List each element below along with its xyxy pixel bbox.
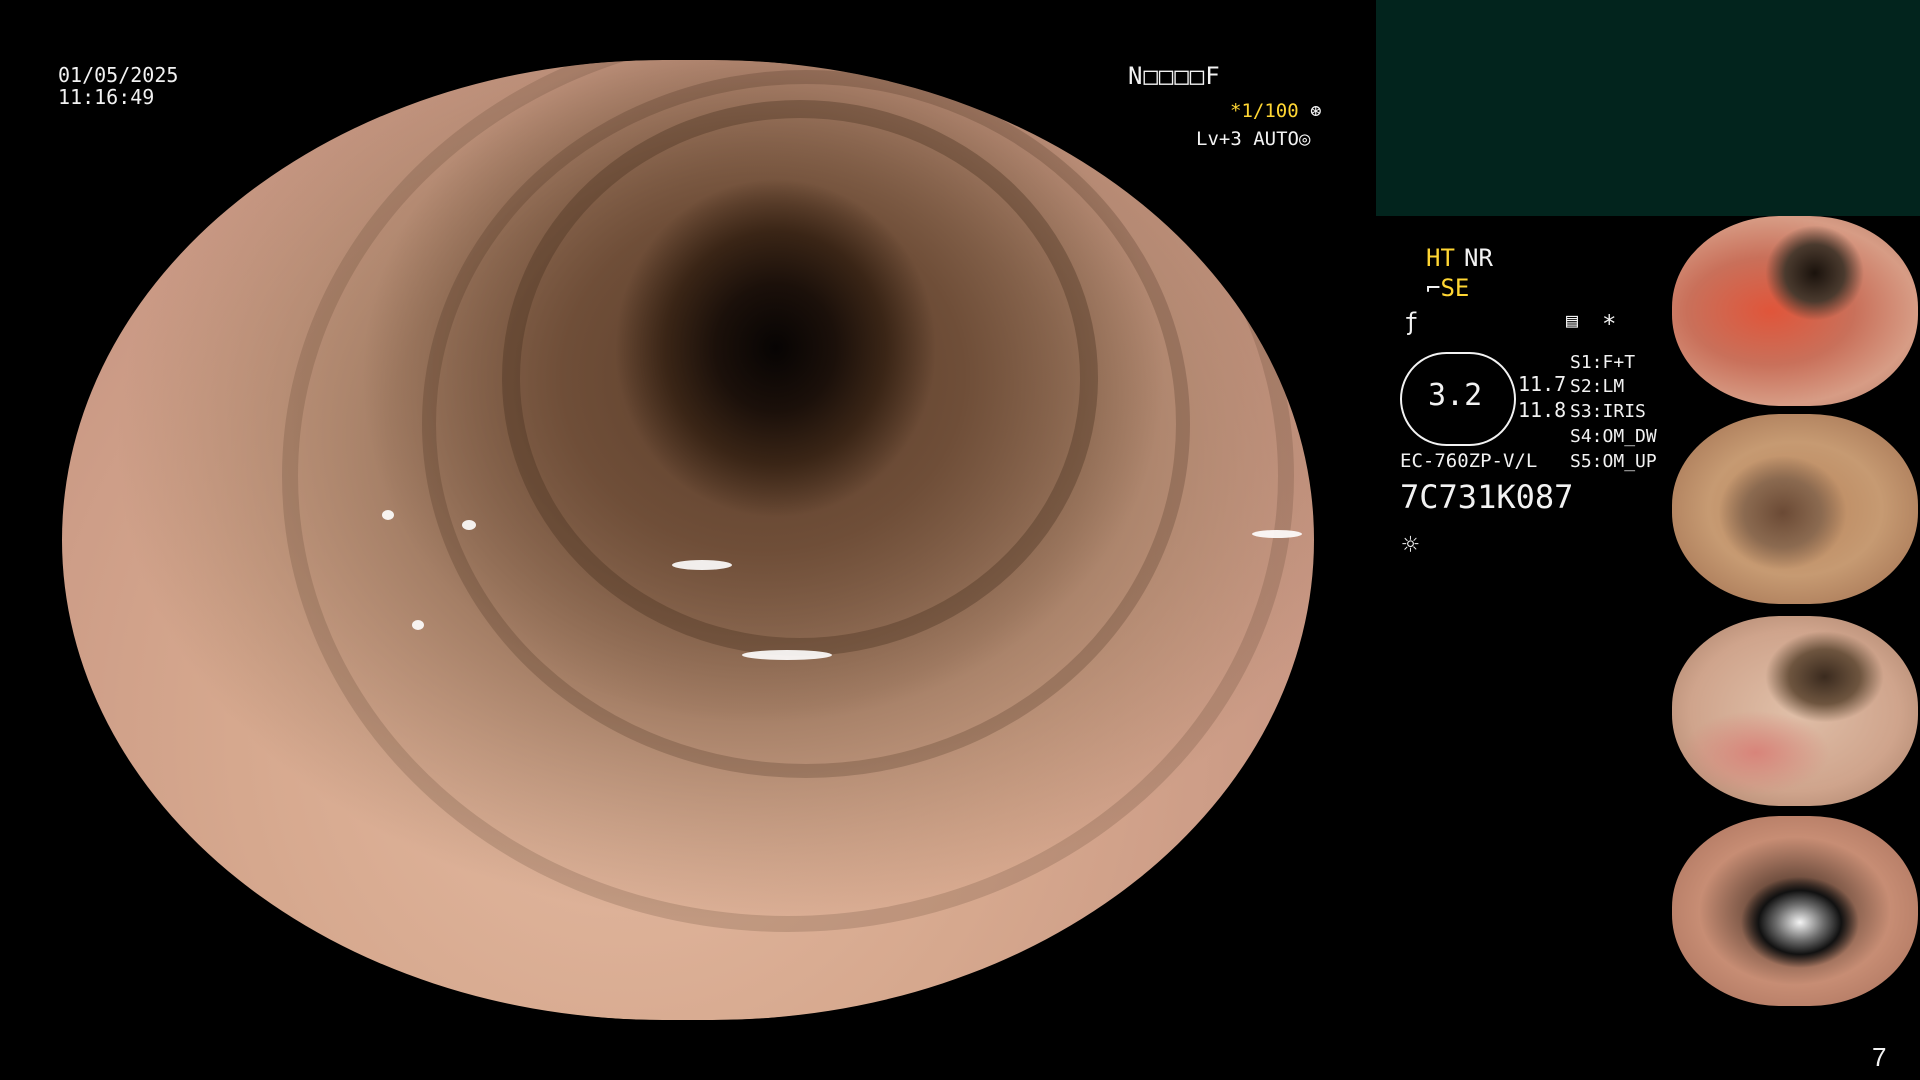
memo-icon: ▤ xyxy=(1566,308,1579,332)
setting-2: S2:LM xyxy=(1570,376,1624,397)
page-number: 7 xyxy=(1872,1042,1887,1072)
se-indicator: ⌐SE xyxy=(1426,274,1469,302)
setting-value: OM_DW xyxy=(1602,426,1657,447)
light-icon: ☼ xyxy=(1402,528,1419,561)
shutter-speed: *1/100 ⊛ xyxy=(1230,100,1322,122)
light-reflection xyxy=(1252,530,1302,538)
setting-key: S5: xyxy=(1570,451,1603,472)
patient-id: N□□□□F xyxy=(1128,62,1221,90)
thumbnail-3[interactable]: 7C731K087 xyxy=(1672,616,1918,806)
date-text: 01/05/2025 xyxy=(58,63,179,87)
setting-key: S4: xyxy=(1570,426,1603,447)
asterisk-indicator: * xyxy=(1602,310,1617,338)
endoscopic-view xyxy=(62,60,1314,1020)
time-text: 11:16:49 xyxy=(58,85,155,109)
setting-value: OM_UP xyxy=(1602,451,1657,472)
mucosal-fold xyxy=(502,100,1098,656)
setting-value: IRIS xyxy=(1602,401,1646,422)
setting-3: S3:IRIS xyxy=(1570,401,1646,422)
nr-indicator: NR xyxy=(1464,244,1493,272)
mucosal-fold xyxy=(422,70,1190,778)
scope-value: 3.2 xyxy=(1428,378,1483,413)
mucosal-fold xyxy=(282,60,1294,932)
se-text: SE xyxy=(1440,274,1470,302)
light-reflection xyxy=(412,620,424,630)
setting-5: S5:OM_UP xyxy=(1570,451,1657,472)
setting-value: F+T xyxy=(1602,352,1636,373)
scope-model: EC-760ZP-V/L xyxy=(1400,450,1538,472)
light-reflection xyxy=(382,510,394,520)
shutter-text: *1/100 xyxy=(1230,100,1299,122)
thumbnail-label: 7C731K087 xyxy=(1676,991,1720,1000)
status-panel xyxy=(1376,0,1920,216)
target-icon: ◎ xyxy=(1298,128,1311,150)
thumbnail-label: 7C731K087 xyxy=(1676,589,1720,598)
thumbnail-2[interactable]: 7C731K087 xyxy=(1672,414,1918,604)
thumbnail-4[interactable]: 7C731K087 xyxy=(1672,816,1918,1006)
thumbnail-1[interactable]: 7C731K087 xyxy=(1672,216,1918,406)
light-reflection xyxy=(742,650,832,660)
ht-indicator: HT xyxy=(1426,244,1455,272)
thumbnail-label: 7C731K087 xyxy=(1676,391,1720,400)
setting-4: S4:OM_DW xyxy=(1570,426,1657,447)
f-icon: ƒ xyxy=(1404,308,1419,336)
aperture-icon: ⊛ xyxy=(1310,100,1322,122)
setting-key: S3: xyxy=(1570,401,1603,422)
setting-value: LM xyxy=(1602,376,1625,397)
setting-1: S1:F+T xyxy=(1570,352,1635,373)
brightness-level: Lv+3 AUTO◎ xyxy=(1196,128,1310,150)
light-reflection xyxy=(462,520,476,530)
setting-key: S2: xyxy=(1570,376,1603,397)
level-text: Lv+3 AUTO xyxy=(1196,128,1299,150)
light-reflection xyxy=(672,560,732,570)
hook-icon: ⌐ xyxy=(1426,274,1441,302)
pressure-2: 11.8 xyxy=(1518,398,1567,422)
scope-serial: 7C731K087 xyxy=(1400,478,1574,516)
setting-key: S1: xyxy=(1570,352,1603,373)
date-time: 01/05/2025 11:16:49 xyxy=(58,64,178,108)
thumbnail-label: 7C731K087 xyxy=(1676,791,1720,800)
pressure-1: 11.7 xyxy=(1518,372,1567,396)
